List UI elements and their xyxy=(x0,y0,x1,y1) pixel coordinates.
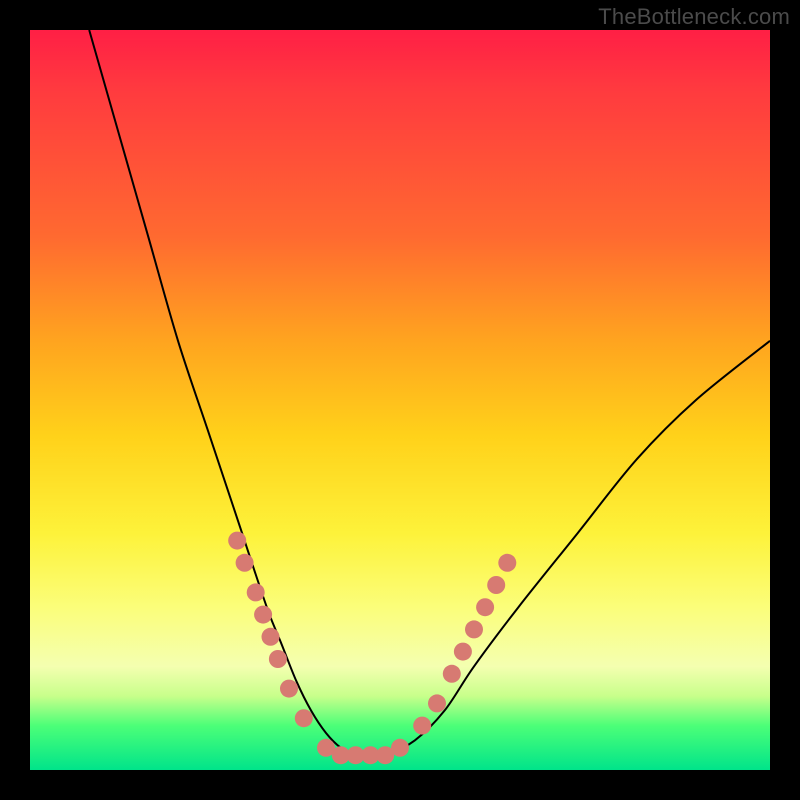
chart-overlay xyxy=(30,30,770,770)
data-marker xyxy=(498,554,516,572)
data-marker xyxy=(280,680,298,698)
data-marker xyxy=(269,650,287,668)
data-marker xyxy=(391,739,409,757)
data-marker xyxy=(236,554,254,572)
data-marker xyxy=(454,643,472,661)
bottleneck-curve xyxy=(89,30,770,756)
chart-frame: TheBottleneck.com xyxy=(0,0,800,800)
data-marker xyxy=(465,620,483,638)
watermark-text: TheBottleneck.com xyxy=(598,4,790,30)
data-marker xyxy=(262,628,280,646)
data-marker xyxy=(428,694,446,712)
data-marker xyxy=(476,598,494,616)
data-marker xyxy=(247,583,265,601)
data-marker xyxy=(487,576,505,594)
data-marker xyxy=(443,665,461,683)
data-marker xyxy=(228,532,246,550)
data-marker xyxy=(254,606,272,624)
chart-plot-area xyxy=(30,30,770,770)
data-marker xyxy=(413,717,431,735)
data-marker xyxy=(295,709,313,727)
data-markers xyxy=(228,532,516,765)
